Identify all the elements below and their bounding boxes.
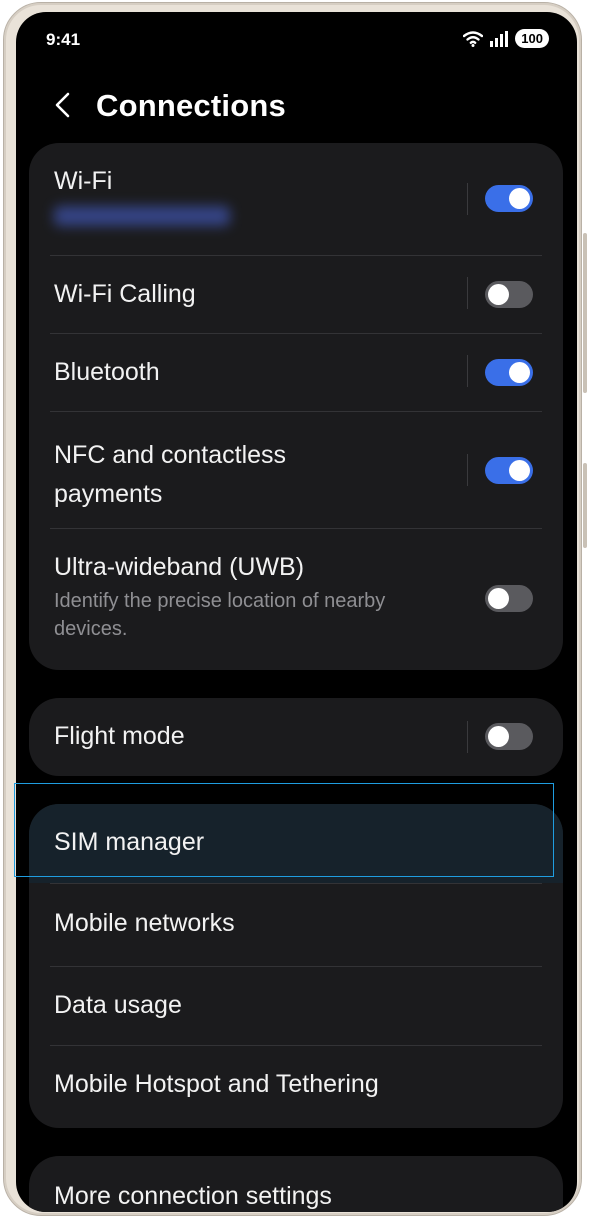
flight-mode-toggle[interactable] xyxy=(485,723,533,750)
nfc-row[interactable]: NFC and contactless payments xyxy=(29,412,563,528)
status-time: 9:41 xyxy=(46,30,81,49)
volume-button xyxy=(583,233,587,393)
uwb-toggle[interactable] xyxy=(485,585,533,612)
connected-network-name xyxy=(54,206,230,226)
hotspot-tethering-label: Mobile Hotspot and Tethering xyxy=(54,1070,379,1098)
wifi-row[interactable]: Wi-Fi xyxy=(29,143,563,255)
row-separator xyxy=(467,721,468,753)
row-separator xyxy=(467,183,468,215)
uwb-row[interactable]: Ultra-wideband (UWB) Identify the precis… xyxy=(29,529,563,669)
signal-icon xyxy=(490,30,509,47)
row-separator xyxy=(467,277,468,309)
data-usage-row[interactable]: Data usage xyxy=(29,967,563,1045)
focus-highlight xyxy=(14,783,554,877)
mobile-networks-row[interactable]: Mobile networks xyxy=(29,884,563,966)
flight-mode-card: Flight mode xyxy=(29,698,563,776)
data-usage-label: Data usage xyxy=(54,991,182,1019)
nfc-label: NFC and contactless payments xyxy=(54,441,287,508)
header: Connections xyxy=(16,78,577,128)
status-icons: 100 xyxy=(463,29,549,48)
page-title: Connections xyxy=(96,88,286,123)
more-card: More connection settings xyxy=(29,1156,563,1212)
battery-indicator: 100 xyxy=(515,29,549,48)
nfc-toggle[interactable] xyxy=(485,457,533,484)
more-connection-settings-row[interactable]: More connection settings xyxy=(29,1156,563,1212)
device-frame: 9:41 100 Connections Wi-Fi Wi-Fi Calling… xyxy=(3,2,587,1216)
wifi-calling-toggle[interactable] xyxy=(485,281,533,308)
flight-mode-row[interactable]: Flight mode xyxy=(29,698,563,776)
connectivity-card: Wi-Fi Wi-Fi Calling Bluetooth NFC and co… xyxy=(29,143,563,670)
bluetooth-label: Bluetooth xyxy=(54,358,160,386)
wifi-icon xyxy=(463,30,484,47)
wifi-label: Wi-Fi xyxy=(54,167,113,195)
screen: 9:41 100 Connections Wi-Fi Wi-Fi Calling… xyxy=(16,12,577,1212)
mobile-networks-label: Mobile networks xyxy=(54,909,235,937)
hotspot-tethering-row[interactable]: Mobile Hotspot and Tethering xyxy=(29,1046,563,1128)
row-separator xyxy=(467,454,468,486)
power-button xyxy=(583,463,587,548)
wifi-calling-row[interactable]: Wi-Fi Calling xyxy=(29,256,563,333)
status-bar: 9:41 100 xyxy=(16,12,577,64)
bluetooth-row[interactable]: Bluetooth xyxy=(29,334,563,411)
wifi-toggle[interactable] xyxy=(485,185,533,212)
flight-mode-label: Flight mode xyxy=(54,722,185,750)
row-separator xyxy=(467,355,468,387)
bluetooth-toggle[interactable] xyxy=(485,359,533,386)
uwb-description: Identify the precise location of nearby … xyxy=(54,590,386,640)
back-arrow-icon[interactable] xyxy=(50,90,76,120)
wifi-calling-label: Wi-Fi Calling xyxy=(54,280,196,308)
uwb-label: Ultra-wideband (UWB) xyxy=(54,553,305,581)
more-connection-settings-label: More connection settings xyxy=(54,1182,332,1210)
